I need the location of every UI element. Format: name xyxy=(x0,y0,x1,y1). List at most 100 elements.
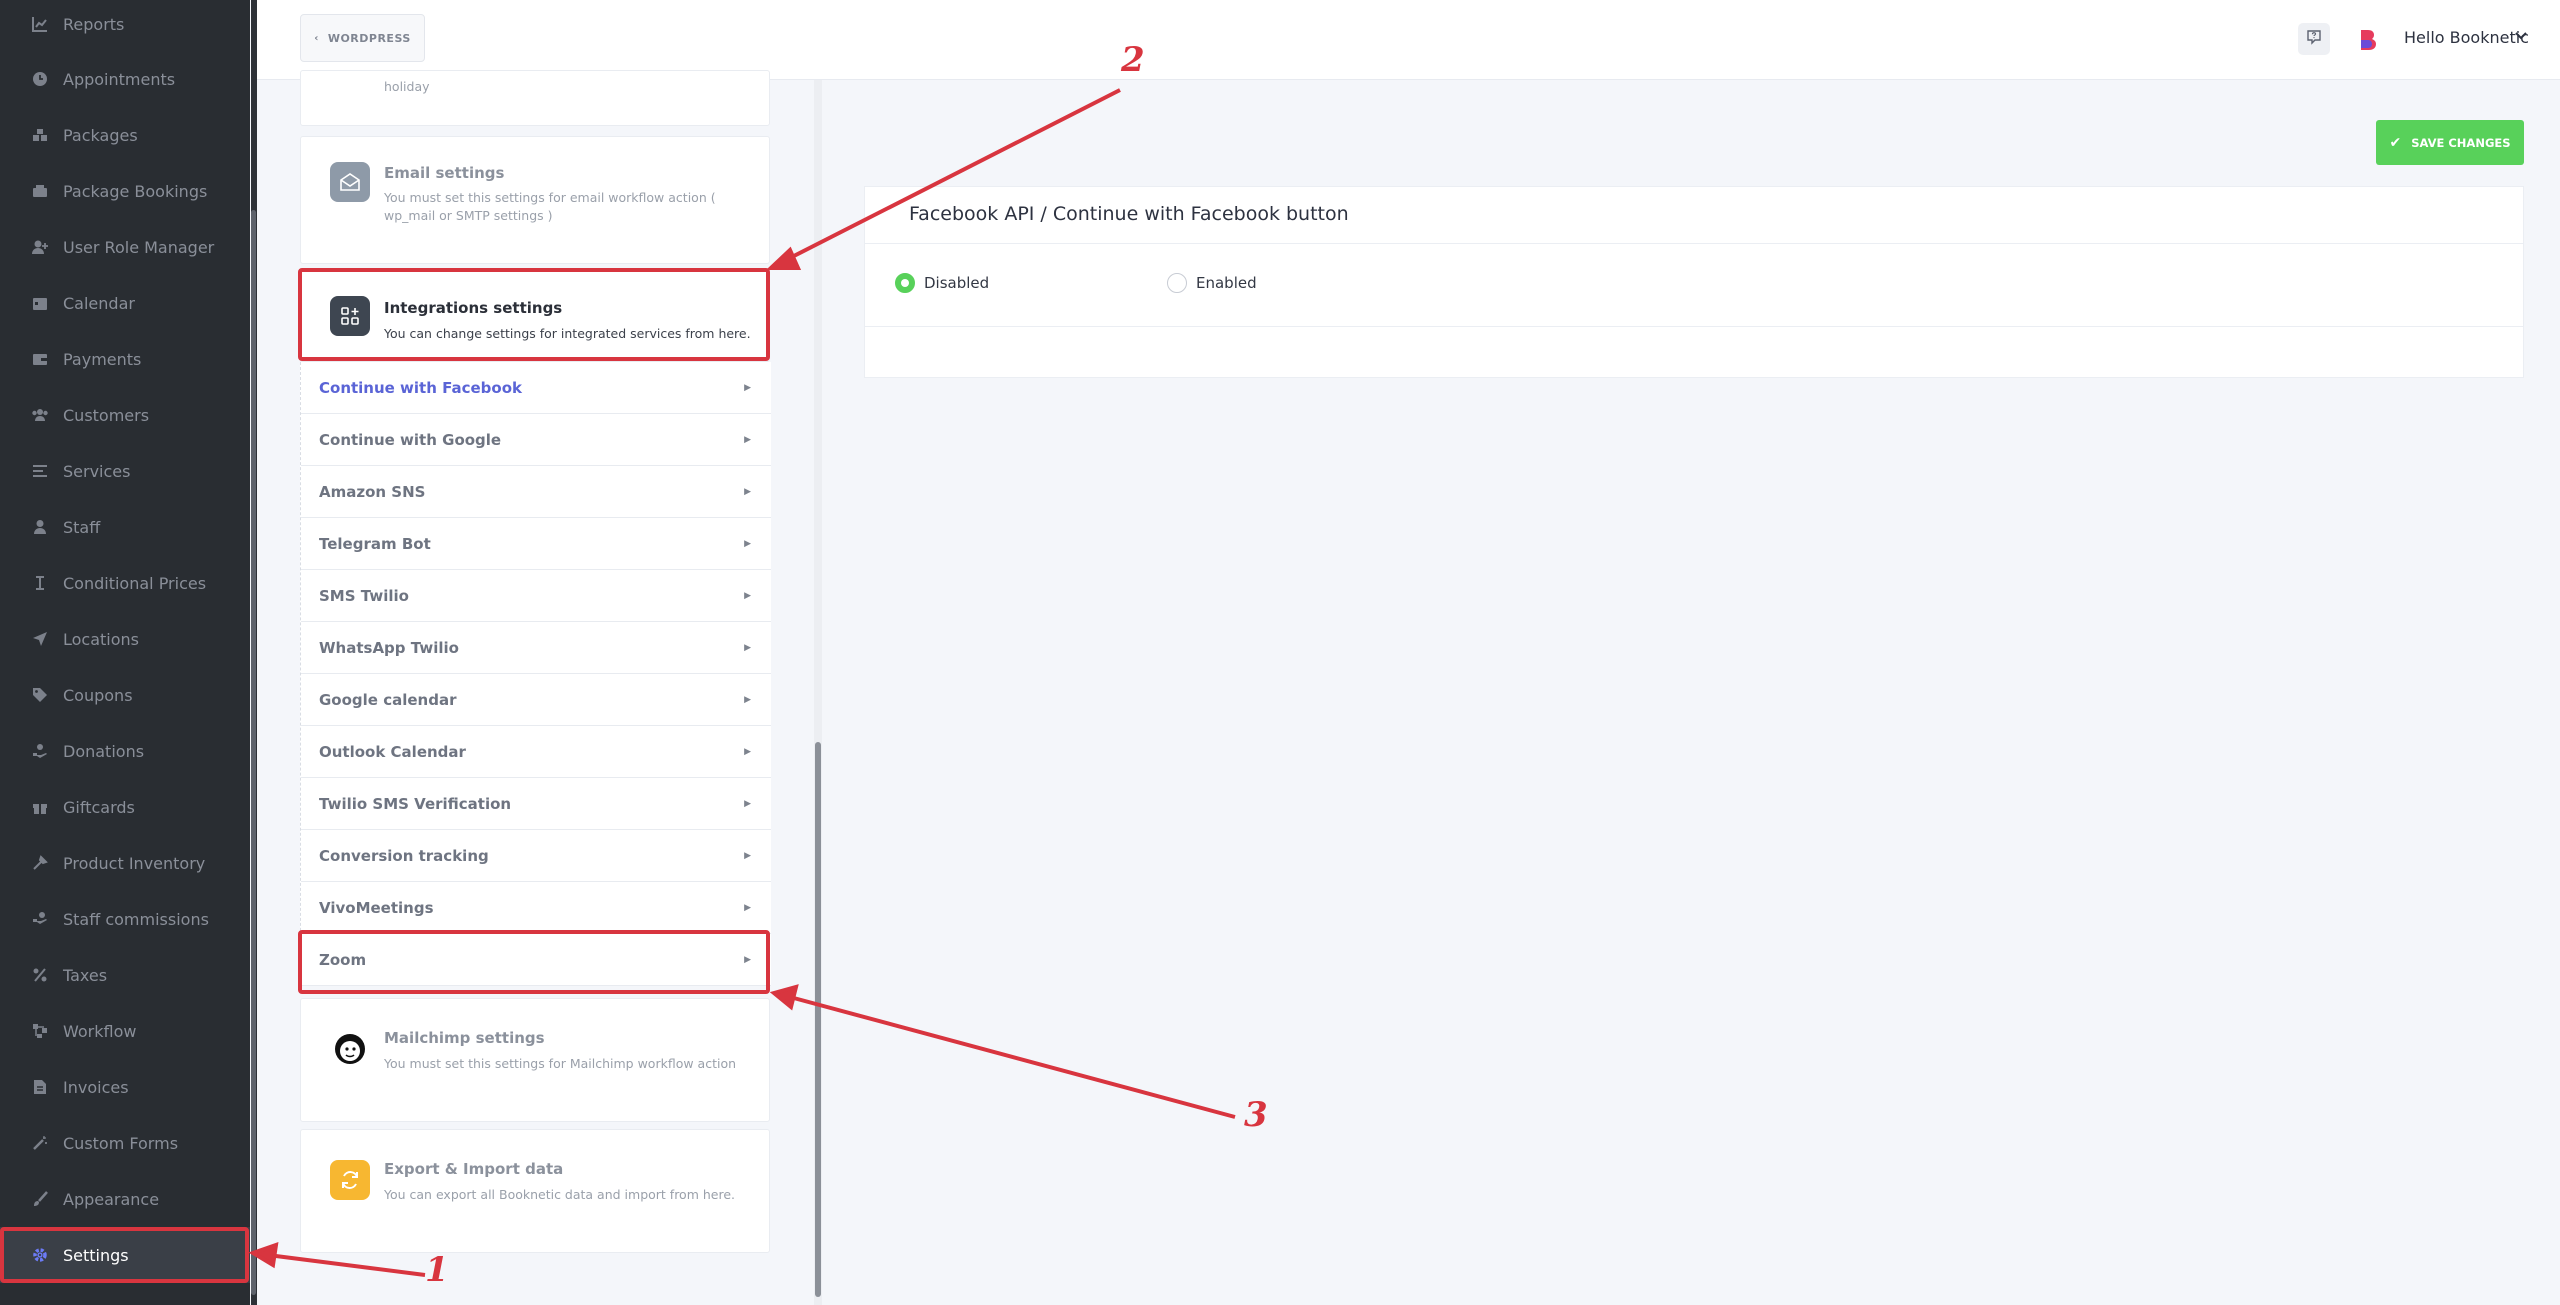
sidebar-item-services[interactable]: Services xyxy=(0,443,250,499)
integration-item-whatsapp-twilio[interactable]: WhatsApp Twilio ▶ xyxy=(301,622,771,674)
save-changes-button[interactable]: ✔ SAVE CHANGES xyxy=(2376,120,2524,165)
sync-icon xyxy=(330,1160,370,1200)
radio-dot xyxy=(895,273,915,293)
location-arrow-icon xyxy=(31,630,49,648)
sidebar-item-calendar[interactable]: Calendar xyxy=(0,275,250,331)
mailchimp-icon xyxy=(330,1029,370,1069)
envelope-icon xyxy=(330,162,370,202)
percent-icon xyxy=(31,966,49,984)
boxes-icon xyxy=(31,126,49,144)
commissions-icon xyxy=(31,910,49,928)
booknetic-logo xyxy=(2358,28,2378,52)
panel-header: Facebook API / Continue with Facebook bu… xyxy=(865,187,2523,244)
settings-menu: holiday Email settings You must set this… xyxy=(300,70,771,1305)
email-settings-card[interactable]: Email settings You must set this setting… xyxy=(300,136,770,264)
holiday-settings-card[interactable]: holiday xyxy=(300,70,770,126)
staff-icon xyxy=(31,518,49,536)
chart-icon xyxy=(31,15,49,33)
sidebar-item-payments[interactable]: Payments xyxy=(0,331,250,387)
sidebar-item-invoices[interactable]: Invoices xyxy=(0,1059,250,1115)
chevron-left-icon: ‹ xyxy=(314,32,319,44)
step-label-2: 2 xyxy=(1121,40,1145,80)
mailchimp-settings-card[interactable]: Mailchimp settings You must set this set… xyxy=(300,998,770,1122)
integration-item-outlook-calendar[interactable]: Outlook Calendar ▶ xyxy=(301,726,771,778)
package-bookings-icon xyxy=(31,182,49,200)
step-label-1: 1 xyxy=(425,1250,449,1290)
radio-dot xyxy=(1167,273,1187,293)
payments-icon xyxy=(31,350,49,368)
sidebar-item-locations[interactable]: Locations xyxy=(0,611,250,667)
magic-wand-icon xyxy=(31,1134,49,1152)
chevron-down-icon[interactable] xyxy=(2515,30,2527,44)
integration-item-sms-twilio[interactable]: SMS Twilio ▶ xyxy=(301,570,771,622)
facebook-settings-panel: Facebook API / Continue with Facebook bu… xyxy=(864,186,2524,378)
panel-title: Facebook API / Continue with Facebook bu… xyxy=(909,203,1349,225)
export-import-card[interactable]: Export & Import data You can export all … xyxy=(300,1129,770,1253)
radio-disabled[interactable]: Disabled xyxy=(895,273,989,293)
highlight-integrations xyxy=(298,268,770,361)
radio-enabled[interactable]: Enabled xyxy=(1167,273,1257,293)
caret-right-icon: ▶ xyxy=(744,694,751,705)
sidebar-item-user-role-manager[interactable]: User Role Manager xyxy=(0,219,250,275)
sidebar-item-customers[interactable]: Customers xyxy=(0,387,250,443)
tag-icon xyxy=(31,686,49,704)
arrow-head-step-3 xyxy=(769,984,799,1011)
integration-item-google[interactable]: Continue with Google ▶ xyxy=(301,414,771,466)
top-bar xyxy=(257,0,2560,80)
sidebar-item-custom-forms[interactable]: Custom Forms xyxy=(0,1115,250,1171)
integration-item-google-calendar[interactable]: Google calendar ▶ xyxy=(301,674,771,726)
services-icon xyxy=(31,462,49,480)
help-button[interactable] xyxy=(2298,23,2330,55)
step-label-3: 3 xyxy=(1244,1095,1268,1135)
settings-scrollbar-thumb[interactable] xyxy=(815,742,821,1297)
highlight-settings xyxy=(0,1227,249,1283)
donations-icon xyxy=(31,742,49,760)
sidebar-item-staff-commissions[interactable]: Staff commissions xyxy=(0,891,250,947)
sidebar-item-reports[interactable]: Reports xyxy=(0,0,250,52)
highlight-zoom xyxy=(298,930,770,994)
conditional-prices-icon xyxy=(31,574,49,592)
caret-right-icon: ▶ xyxy=(744,590,751,601)
integrations-list: Continue with Facebook ▶ Continue with Go… xyxy=(300,362,771,986)
sidebar-item-workflow[interactable]: Workflow xyxy=(0,1003,250,1059)
caret-right-icon: ▶ xyxy=(744,382,751,393)
arrow-head-step-2 xyxy=(765,246,802,270)
sidebar-item-package-bookings[interactable]: Package Bookings xyxy=(0,163,250,219)
arrow-step-3 xyxy=(789,995,1236,1119)
customers-icon xyxy=(31,406,49,424)
sidebar-item-conditional-prices[interactable]: Conditional Prices xyxy=(0,555,250,611)
back-to-wordpress-button[interactable]: ‹ WORDPRESS xyxy=(300,14,425,62)
sidebar-item-staff[interactable]: Staff xyxy=(0,499,250,555)
inventory-icon xyxy=(31,854,49,872)
caret-right-icon: ▶ xyxy=(744,850,751,861)
integration-item-conversion-tracking[interactable]: Conversion tracking ▶ xyxy=(301,830,771,882)
integration-item-vivomeetings[interactable]: VivoMeetings ▶ xyxy=(301,882,771,934)
integration-item-twilio-sms-verification[interactable]: Twilio SMS Verification ▶ xyxy=(301,778,771,830)
sidebar-item-appointments[interactable]: Appointments xyxy=(0,51,250,107)
check-icon: ✔ xyxy=(2389,134,2402,151)
sidebar-item-coupons[interactable]: Coupons xyxy=(0,667,250,723)
integration-item-amazon-sns[interactable]: Amazon SNS ▶ xyxy=(301,466,771,518)
caret-right-icon: ▶ xyxy=(744,486,751,497)
sidebar: Reports Appointments Packages Package Bo… xyxy=(0,0,250,1305)
invoice-icon xyxy=(31,1078,49,1096)
gift-icon xyxy=(31,798,49,816)
integration-item-facebook[interactable]: Continue with Facebook ▶ xyxy=(301,362,771,414)
panel-body: Disabled Enabled xyxy=(865,244,2523,327)
brush-icon xyxy=(31,1190,49,1208)
sidebar-item-packages[interactable]: Packages xyxy=(0,107,250,163)
sidebar-item-taxes[interactable]: Taxes xyxy=(0,947,250,1003)
integration-item-telegram-bot[interactable]: Telegram Bot ▶ xyxy=(301,518,771,570)
user-greeting[interactable]: Hello Booknetic xyxy=(2404,28,2529,47)
caret-right-icon: ▶ xyxy=(744,746,751,757)
caret-right-icon: ▶ xyxy=(744,538,751,549)
caret-right-icon: ▶ xyxy=(744,642,751,653)
sidebar-scrollbar-thumb[interactable] xyxy=(251,210,256,1295)
sidebar-item-giftcards[interactable]: Giftcards xyxy=(0,779,250,835)
caret-right-icon: ▶ xyxy=(744,798,751,809)
sidebar-item-product-inventory[interactable]: Product Inventory xyxy=(0,835,250,891)
user-role-icon xyxy=(31,238,49,256)
help-chat-icon xyxy=(2306,29,2322,49)
sidebar-item-donations[interactable]: Donations xyxy=(0,723,250,779)
sidebar-item-appearance[interactable]: Appearance xyxy=(0,1171,250,1227)
